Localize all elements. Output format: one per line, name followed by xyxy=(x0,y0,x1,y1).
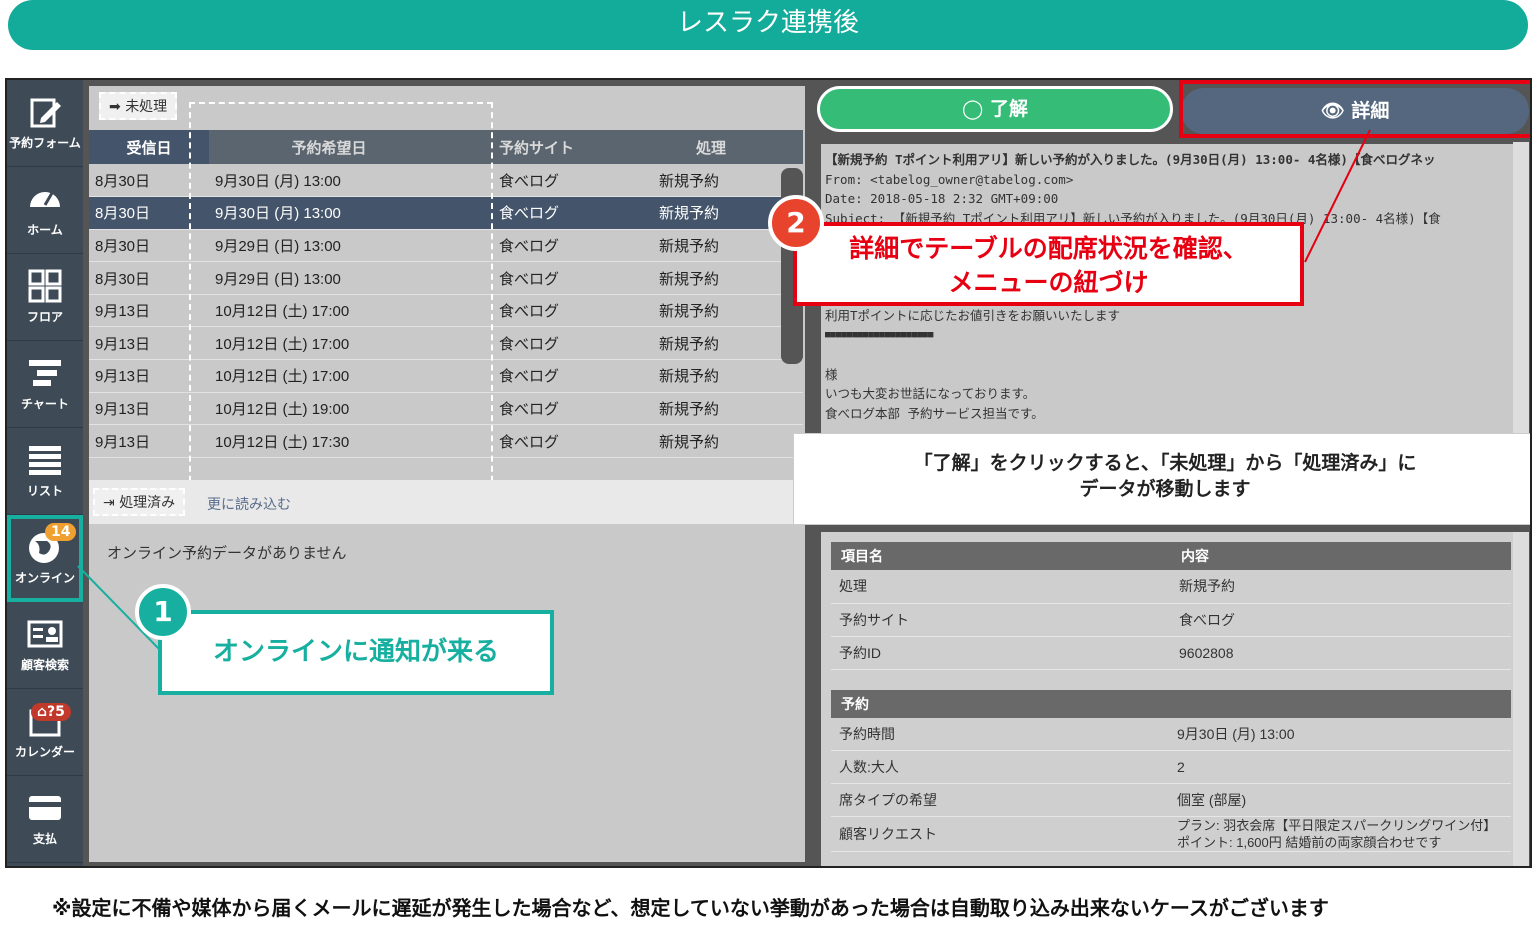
footer-note: ※設定に不備や媒体から届くメールに遅延が発生した場合など、想定していない挙動があ… xyxy=(52,896,1329,920)
step-1-marker: 1 xyxy=(135,584,191,640)
callout-2-connector xyxy=(1304,129,1371,263)
step-2-marker: 2 xyxy=(768,195,824,251)
callout-online-notice: オンラインに通知が来る xyxy=(158,610,554,695)
callout-detail-check: 詳細でテーブルの配席状況を確認、 メニューの紐づけ xyxy=(793,222,1304,306)
callout-connectors xyxy=(77,129,1371,651)
